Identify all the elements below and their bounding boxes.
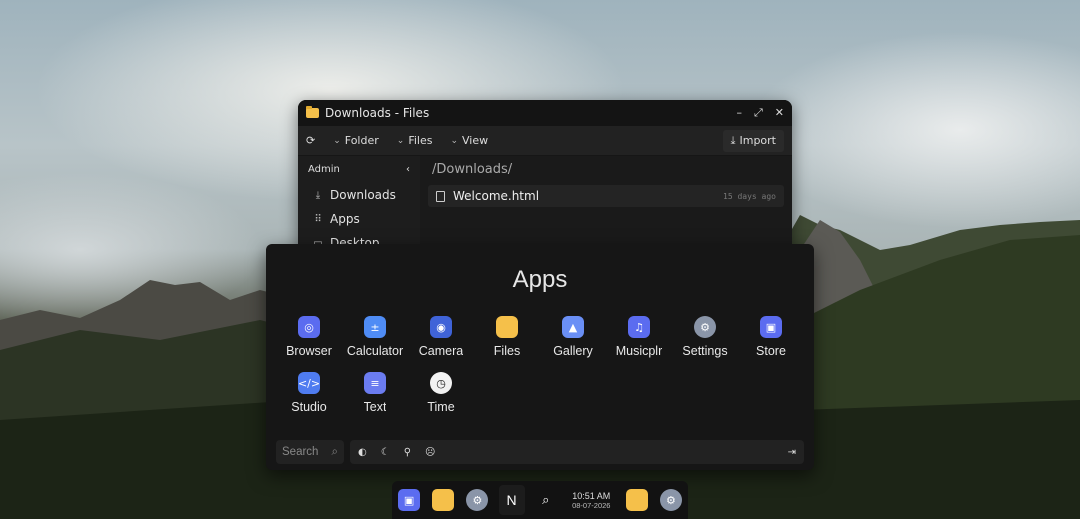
clock-date: 08-07-2026: [572, 500, 611, 510]
refresh-button[interactable]: ⟳: [306, 134, 315, 147]
clock[interactable]: 10:51 AM 08-07-2026: [567, 491, 616, 510]
clock-time: 10:51 AM: [572, 490, 611, 501]
chevron-down-icon: ⌄: [333, 135, 341, 146]
collapse-sidebar-icon[interactable]: ‹: [406, 164, 410, 175]
app-label: Calculator: [346, 344, 404, 358]
app-label: Studio: [291, 400, 327, 414]
sidebar-item-apps[interactable]: ⠿ Apps: [304, 207, 414, 231]
view-menu-button[interactable]: ⌄ View: [450, 134, 488, 147]
app-settings[interactable]: ⚙ Settings: [672, 316, 738, 358]
app-label: Gallery: [553, 344, 593, 358]
store-icon: ▣: [398, 489, 421, 511]
maximize-button[interactable]: ⤢: [754, 106, 763, 120]
time-icon: ◷: [430, 372, 452, 394]
file-date: 15 days ago: [723, 191, 776, 201]
close-button[interactable]: ✕: [775, 106, 784, 120]
search-icon: ⌕: [542, 492, 550, 508]
search-input[interactable]: Search ⌕: [276, 440, 344, 464]
app-musicplr[interactable]: ♫ Musicplr: [606, 316, 672, 358]
taskbar-search[interactable]: ⌕: [533, 485, 559, 515]
quick-settings: ◐ ☾ ⚲ ☹ ⇥: [350, 440, 804, 464]
app-calculator[interactable]: ± Calculator: [342, 316, 408, 358]
app-label: Files: [493, 344, 521, 358]
file-row[interactable]: Welcome.html 15 days ago: [428, 185, 784, 207]
app-store[interactable]: ▣ Store: [738, 316, 804, 358]
app-grid: ◎ Browser ± Calculator ◉ Camera Files ▲ Gallery ♫…: [276, 316, 804, 414]
app-label: Browser: [286, 344, 332, 358]
sidebar-item-downloads[interactable]: ⤓ Downloads: [304, 183, 414, 207]
text-icon: ≡: [364, 372, 386, 394]
files-menu-button[interactable]: ⌄ Files: [397, 134, 433, 147]
start-button[interactable]: N: [498, 485, 525, 515]
taskbar-open-settings[interactable]: ⚙: [658, 485, 684, 515]
view-menu-label: View: [462, 134, 489, 147]
app-gallery[interactable]: ▲ Gallery: [540, 316, 606, 358]
settings-icon: ⚙: [694, 316, 716, 338]
files-icon: [496, 316, 518, 338]
refresh-icon: ⟳: [306, 134, 316, 147]
folder-icon: [625, 489, 648, 511]
files-titlebar[interactable]: Downloads - Files – ⤢ ✕: [298, 100, 792, 126]
app-label: Time: [427, 400, 455, 414]
files-window: Downloads - Files – ⤢ ✕ ⟳ ⌄ Folder ⌄ Files…: [298, 100, 792, 260]
taskbar-open-files[interactable]: [624, 485, 650, 515]
taskbar-store[interactable]: ▣: [396, 485, 422, 515]
taskbar-settings[interactable]: ⚙: [464, 485, 490, 515]
files-toolbar: ⟳ ⌄ Folder ⌄ Files ⌄ View ⤓ Import: [298, 126, 792, 156]
taskbar-files[interactable]: [430, 485, 456, 515]
app-label: Text: [363, 400, 387, 414]
moon-icon[interactable]: ☾: [381, 447, 390, 458]
app-browser[interactable]: ◎ Browser: [276, 316, 342, 358]
sidebar-header: Admin: [308, 164, 340, 175]
store-icon: ▣: [760, 316, 782, 338]
launcher-bottom-bar: Search ⌕ ◐ ☾ ⚲ ☹ ⇥: [276, 440, 804, 464]
face-icon[interactable]: ☹: [425, 447, 435, 458]
start-logo-icon: N: [506, 492, 517, 508]
import-icon: ⤓: [730, 133, 736, 147]
app-label: Settings: [682, 344, 728, 358]
studio-icon: </>: [298, 372, 320, 394]
sidebar-item-label: Downloads: [330, 188, 396, 202]
brightness-icon[interactable]: ◐: [358, 447, 367, 458]
app-label: Musicplr: [615, 344, 663, 358]
search-placeholder: Search: [282, 446, 319, 458]
minimize-button[interactable]: –: [736, 106, 742, 120]
apps-launcher: Apps ◎ Browser ± Calculator ◉ Camera Files ▲ Gal…: [266, 244, 814, 470]
app-time[interactable]: ◷ Time: [408, 372, 474, 414]
settings-icon: ⚙: [466, 489, 489, 511]
browser-icon: ◎: [298, 316, 320, 338]
file-icon: [436, 190, 445, 202]
app-text[interactable]: ≡ Text: [342, 372, 408, 414]
import-button[interactable]: ⤓ Import: [722, 129, 784, 152]
files-menu-label: Files: [408, 134, 433, 147]
taskbar: ▣ ⚙ N ⌕ 10:51 AM 08-07-2026 ⚙: [392, 481, 688, 519]
folder-menu-button[interactable]: ⌄ Folder: [333, 134, 379, 147]
launcher-title: Apps: [512, 266, 568, 293]
musicplr-icon: ♫: [628, 316, 650, 338]
chevron-down-icon: ⌄: [450, 135, 458, 146]
calculator-icon: ±: [364, 316, 386, 338]
folder-icon: [306, 106, 319, 118]
gallery-icon: ▲: [562, 316, 584, 338]
file-name: Welcome.html: [453, 189, 540, 203]
grid-icon: ⠿: [314, 213, 322, 225]
folder-menu-label: Folder: [344, 134, 379, 147]
sidebar-item-label: Apps: [330, 212, 360, 226]
breadcrumb: /Downloads/: [432, 162, 513, 177]
app-studio[interactable]: </> Studio: [276, 372, 342, 414]
import-label: Import: [739, 134, 776, 147]
logout-icon[interactable]: ⇥: [788, 447, 796, 458]
search-icon: ⌕: [331, 445, 338, 458]
app-label: Camera: [418, 344, 464, 358]
settings-icon: ⚙: [659, 489, 682, 511]
app-camera[interactable]: ◉ Camera: [408, 316, 474, 358]
location-icon[interactable]: ⚲: [404, 447, 411, 458]
app-label: Store: [756, 344, 786, 358]
window-title: Downloads - Files: [325, 106, 430, 120]
camera-icon: ◉: [430, 316, 452, 338]
download-icon: ⤓: [315, 189, 321, 201]
app-files[interactable]: Files: [474, 316, 540, 358]
chevron-down-icon: ⌄: [396, 135, 405, 146]
folder-icon: [432, 489, 455, 511]
